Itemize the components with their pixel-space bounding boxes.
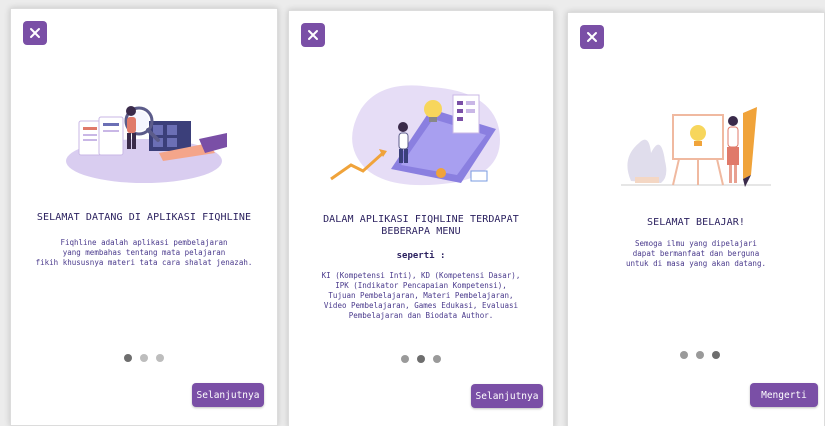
slide-title: SELAMAT DATANG DI APLIKASI FIQHLINE [36,212,252,223]
close-button[interactable] [580,25,604,49]
page-dot[interactable] [140,354,148,362]
slide-subheading: seperti : [396,251,446,261]
description-line: IPK (Indikator Pencapaian Kompetensi), [335,281,507,290]
page-dot[interactable] [712,351,720,359]
page-dot[interactable] [401,355,409,363]
page-dot[interactable] [124,354,132,362]
close-icon [30,28,40,38]
page-indicator [124,354,164,362]
description-line: yang membahas tentang mata pelajaran [62,248,226,257]
close-icon [308,30,318,40]
title-line: BEBERAPA MENU [381,226,461,237]
close-button[interactable] [301,23,325,47]
page-dot[interactable] [433,355,441,363]
description-line: dapat bermanfaat dan berguna [632,249,760,258]
slide-title: DALAM APLIKASI FIQHLINE TERDAPAT BEBERAP… [299,214,543,238]
search-document-illustration [11,81,277,205]
page-dot[interactable] [680,351,688,359]
slide-description: KI (Kompetensi Inti), KD (Kompetensi Das… [301,271,541,321]
description-line: fikih khususnya materi tata cara shalat … [35,258,253,267]
description-line: untuk di masa yang akan datang. [626,259,766,268]
finish-button[interactable]: Mengerti [750,383,818,407]
close-icon [587,32,597,42]
slide-description: Fiqhline adalah aplikasi pembelajaran ya… [23,238,265,268]
onboarding-card-2: DALAM APLIKASI FIQHLINE TERDAPAT BEBERAP… [288,10,554,426]
page-indicator [401,355,441,363]
page-dot[interactable] [696,351,704,359]
next-button[interactable]: Selanjutnya [471,384,543,408]
slide-title: SELAMAT BELAJAR! [647,217,745,228]
next-button[interactable]: Selanjutnya [192,383,264,407]
onboarding-card-1: SELAMAT DATANG DI APLIKASI FIQHLINE Fiqh… [10,8,278,426]
lightbulb-easel-illustration [568,103,824,227]
page-dot[interactable] [156,354,164,362]
onboarding-card-3: SELAMAT BELAJAR! Semoga ilmu yang dipela… [567,12,825,426]
description-line: KI (Kompetensi Inti), KD (Kompetensi Das… [321,271,521,280]
description-line: Pembelajaran dan Biodata Author. [348,311,494,320]
description-line: Fiqhline adalah aplikasi pembelajaran [60,238,228,247]
close-button[interactable] [23,21,47,45]
page-indicator [680,351,720,359]
title-line: DALAM APLIKASI FIQHLINE TERDAPAT [323,214,519,225]
description-line: Video Pembelajaran, Games Edukasi, Evalu… [323,301,519,310]
menu-dashboard-illustration [289,79,553,203]
description-line: Semoga ilmu yang dipelajari [635,239,757,248]
page-dot[interactable] [417,355,425,363]
slide-description: Semoga ilmu yang dipelajari dapat berman… [580,239,812,269]
description-line: Tujuan Pembelajaran, Materi Pembelajaran… [328,291,514,300]
